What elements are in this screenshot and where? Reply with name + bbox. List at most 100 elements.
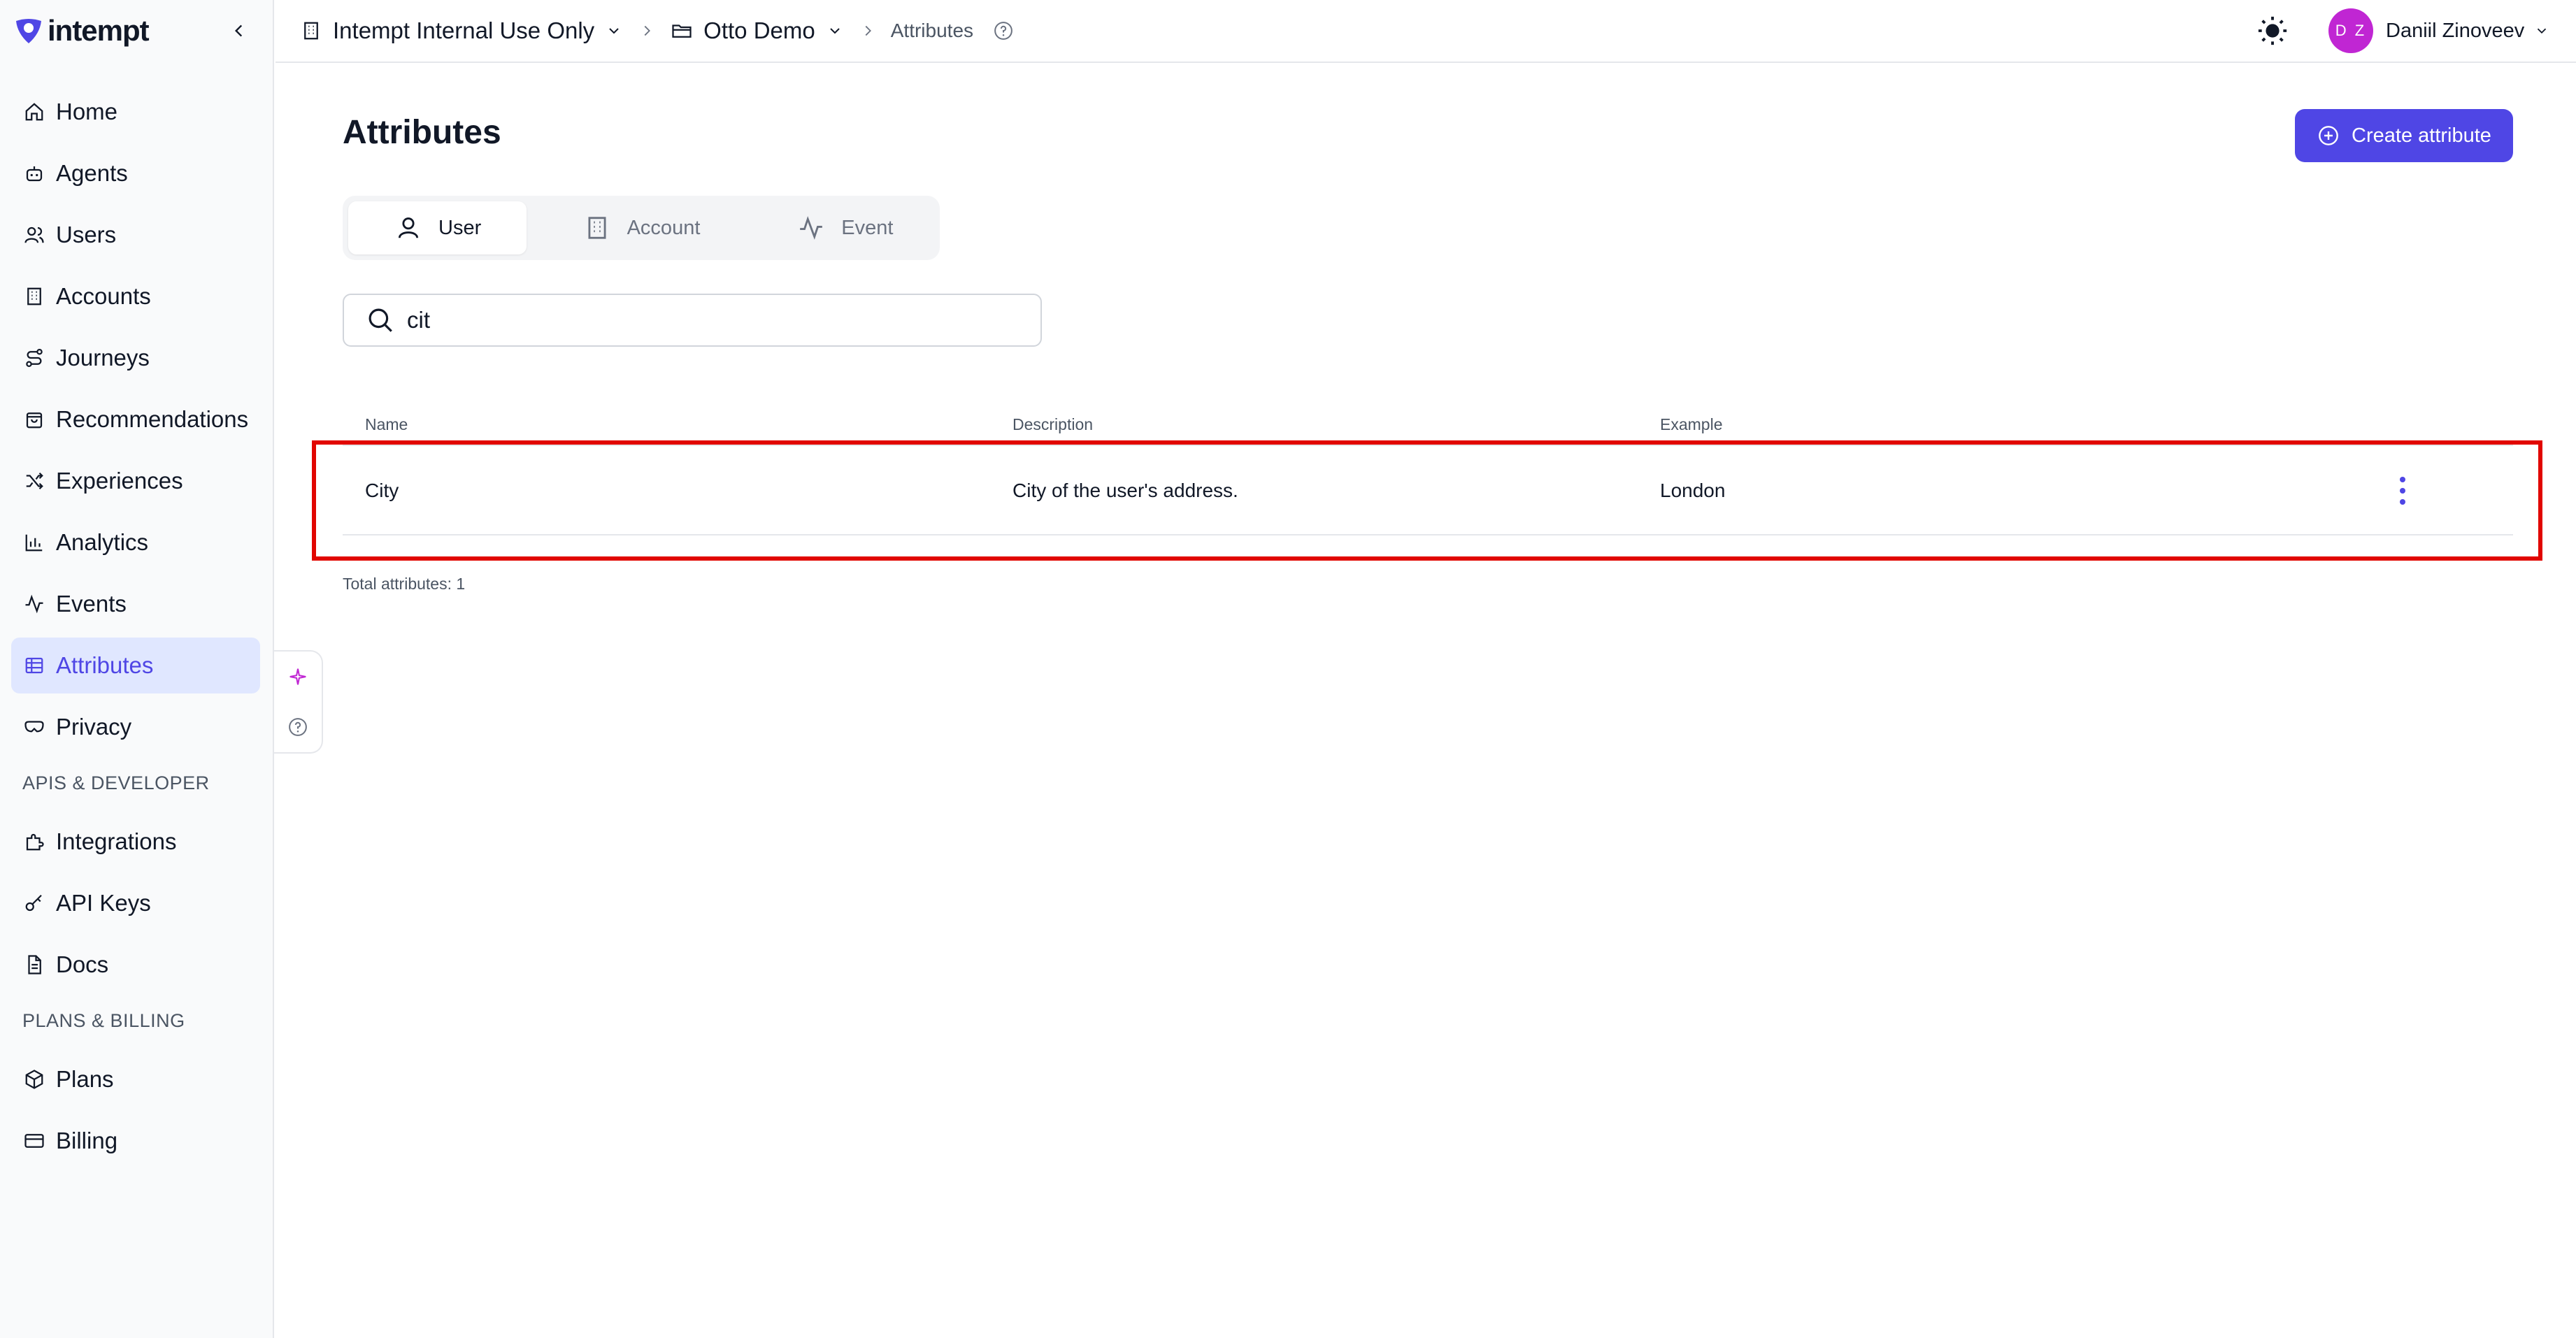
sidebar-item-label: Accounts [56, 283, 151, 309]
breadcrumb-org[interactable]: Intempt Internal Use Only [299, 17, 624, 44]
users-icon [22, 223, 46, 247]
more-vertical-icon[interactable] [2384, 473, 2421, 509]
column-description[interactable]: Description [1012, 415, 1093, 434]
tab-label: User [438, 216, 482, 239]
tab-account[interactable]: Account [552, 201, 730, 254]
sidebar-item-label: Experiences [56, 468, 183, 494]
app-root: intempt Home Agents Users Accounts Journ… [0, 0, 2576, 1338]
org-name: Intempt Internal Use Only [333, 17, 595, 43]
breadcrumb: Intempt Internal Use Only Otto Demo Attr… [299, 0, 1015, 62]
shuffle-icon [22, 469, 46, 493]
sidebar-nav: Home Agents Users Accounts Journeys Reco… [11, 84, 260, 1174]
avatar: D Z [2328, 8, 2373, 53]
building-icon [22, 285, 46, 308]
breadcrumb-project[interactable]: Otto Demo [670, 17, 845, 44]
project-name: Otto Demo [703, 17, 815, 43]
sidebar-item-billing[interactable]: Billing [11, 1113, 260, 1169]
mask-icon [22, 715, 46, 739]
help-circle-icon[interactable] [284, 713, 312, 741]
sidebar-item-label: Recommendations [56, 406, 249, 432]
attribute-type-tabs: User Account Event [343, 196, 940, 260]
sidebar-item-label: Integrations [56, 828, 177, 854]
tab-event[interactable]: Event [756, 201, 934, 254]
sidebar-item-label: Docs [56, 951, 109, 977]
attributes-table: Name Description Example City City of th… [343, 410, 2513, 535]
page-title: Attributes [343, 114, 501, 151]
create-attribute-label: Create attribute [2352, 124, 2491, 147]
search-box [343, 294, 1042, 347]
plus-circle-icon [2317, 124, 2340, 148]
sidebar-item-plans[interactable]: Plans [11, 1051, 260, 1107]
package-icon [22, 1067, 46, 1091]
create-attribute-button[interactable]: Create attribute [2295, 109, 2513, 162]
activity-icon [22, 592, 46, 616]
sidebar-item-api-keys[interactable]: API Keys [11, 875, 260, 931]
total-count: Total attributes: 1 [343, 575, 466, 593]
intempt-logo-icon [13, 15, 45, 47]
sidebar-item-label: Agents [56, 160, 128, 186]
chevron-down-icon [2533, 22, 2551, 40]
sidebar-item-journeys[interactable]: Journeys [11, 330, 260, 386]
sidebar-item-users[interactable]: Users [11, 207, 260, 263]
section-apis-developer: APIS & DEVELOPER [22, 772, 210, 793]
sidebar-item-label: API Keys [56, 890, 151, 916]
activity-icon [796, 213, 826, 243]
cell-example: London [1660, 480, 1726, 501]
sidebar-item-attributes[interactable]: Attributes [11, 638, 260, 693]
chevron-down-icon [825, 21, 845, 41]
breadcrumb-current: Attributes [891, 20, 973, 42]
sidebar-item-home[interactable]: Home [11, 84, 260, 140]
sidebar-item-label: Users [56, 222, 117, 247]
help-icon[interactable] [992, 19, 1015, 43]
puzzle-icon [22, 830, 46, 854]
logo-text: intempt [48, 14, 150, 47]
sidebar-item-analytics[interactable]: Analytics [11, 515, 260, 570]
sidebar-item-experiences[interactable]: Experiences [11, 453, 260, 509]
sidebar-item-events[interactable]: Events [11, 576, 260, 632]
logo[interactable]: intempt [13, 13, 262, 49]
sidebar-item-label: Attributes [56, 652, 154, 678]
topbar: Intempt Internal Use Only Otto Demo Attr… [276, 0, 2576, 63]
tab-label: Event [841, 216, 894, 239]
search-input[interactable] [407, 307, 1022, 333]
sidebar-item-label: Privacy [56, 714, 132, 740]
column-name[interactable]: Name [365, 415, 408, 434]
chevron-right-icon [636, 20, 657, 41]
theme-toggle-sun-icon[interactable] [2254, 13, 2291, 49]
bar-chart-icon [22, 531, 46, 554]
cell-description: City of the user's address. [1012, 480, 1238, 501]
sidebar: intempt Home Agents Users Accounts Journ… [0, 0, 274, 1338]
route-icon [22, 346, 46, 370]
credit-card-icon [22, 1129, 46, 1153]
column-example[interactable]: Example [1660, 415, 1722, 434]
document-icon [22, 953, 46, 977]
sidebar-item-recommendations[interactable]: Recommendations [11, 391, 260, 447]
collapse-sidebar-button[interactable] [227, 18, 252, 43]
building-icon [582, 213, 612, 243]
section-plans-billing: PLANS & BILLING [22, 1009, 185, 1031]
sidebar-item-integrations[interactable]: Integrations [11, 814, 260, 870]
chevron-left-icon [234, 24, 243, 37]
folder-icon [670, 19, 694, 43]
sidebar-item-label: Events [56, 591, 127, 617]
sidebar-item-label: Journeys [56, 345, 150, 371]
sidebar-item-label: Plans [56, 1066, 114, 1092]
search-icon [365, 305, 396, 336]
current-page: Attributes [890, 20, 974, 41]
user-menu[interactable]: D Z Daniil Zinoveev [2328, 7, 2551, 55]
sidebar-item-accounts[interactable]: Accounts [11, 268, 260, 324]
shopping-bag-icon [22, 408, 46, 431]
sidebar-item-label: Billing [56, 1128, 118, 1153]
user-name: Daniil Zinoveev [2386, 19, 2525, 42]
sidebar-item-privacy[interactable]: Privacy [11, 699, 260, 755]
bot-icon [22, 161, 46, 185]
chevron-down-icon [604, 21, 624, 41]
sidebar-item-agents[interactable]: Agents [11, 145, 260, 201]
sidebar-item-docs[interactable]: Docs [11, 937, 260, 993]
key-icon [22, 891, 46, 915]
cell-name: City [365, 480, 399, 501]
sparkle-ai-icon[interactable] [284, 663, 312, 691]
table-row[interactable]: City City of the user's address. London [343, 446, 2513, 535]
user-icon [394, 213, 423, 243]
tab-user[interactable]: User [348, 201, 527, 254]
